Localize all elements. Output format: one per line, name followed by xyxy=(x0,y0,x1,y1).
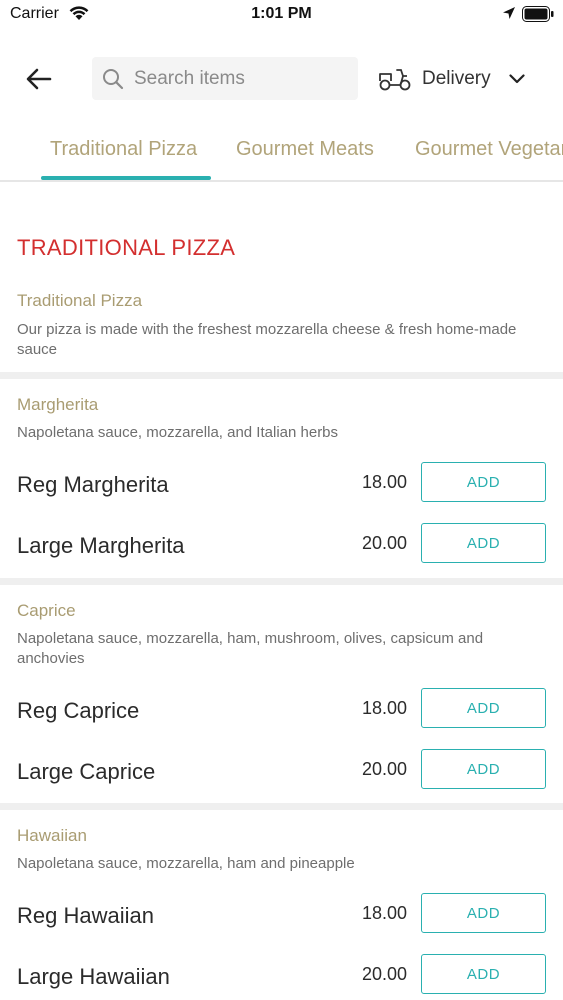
chevron-down-icon xyxy=(509,74,525,84)
menu-item-price: 18.00 xyxy=(361,698,407,718)
add-button[interactable]: ADD xyxy=(421,954,546,994)
clock: 1:01 PM xyxy=(251,5,312,22)
category-tabs: Traditional Pizza Gourmet Meats Gourmet … xyxy=(0,122,563,182)
tab-gourmet-meats[interactable]: Gourmet Meats xyxy=(236,138,374,161)
section-intro-description: Our pizza is made with the freshest mozz… xyxy=(17,321,517,358)
add-button[interactable]: ADD xyxy=(421,749,546,789)
add-button[interactable]: ADD xyxy=(421,462,546,502)
category-description: Napoletana sauce, mozzarella, and Italia… xyxy=(17,424,339,441)
divider xyxy=(0,372,563,379)
add-button[interactable]: ADD xyxy=(421,523,546,563)
menu-item-name: Large Margherita xyxy=(17,533,185,558)
divider xyxy=(0,803,563,810)
search-input[interactable] xyxy=(134,67,334,90)
category-name: Margherita xyxy=(17,395,99,414)
divider xyxy=(0,578,563,585)
menu-item-name: Large Hawaiian xyxy=(17,964,170,989)
back-button[interactable] xyxy=(22,62,56,96)
category-description: Napoletana sauce, mozzarella, ham and pi… xyxy=(17,855,355,872)
add-button[interactable]: ADD xyxy=(421,893,546,933)
menu-item-price: 18.00 xyxy=(361,472,407,492)
delivery-label: Delivery xyxy=(422,68,491,89)
tab-gourmet-vegetarian[interactable]: Gourmet Vegetarian xyxy=(415,138,563,161)
search-box[interactable] xyxy=(92,57,358,100)
battery-icon xyxy=(522,6,554,22)
location-arrow-icon xyxy=(503,7,515,19)
scooter-icon xyxy=(379,69,411,91)
menu-item-price: 20.00 xyxy=(361,759,407,779)
tab-traditional-pizza[interactable]: Traditional Pizza xyxy=(50,138,197,161)
section-title: TRADITIONAL PIZZA xyxy=(17,235,236,260)
delivery-selector[interactable]: Delivery xyxy=(378,62,525,96)
menu-item-name: Reg Caprice xyxy=(17,698,140,723)
menu-item-name: Large Caprice xyxy=(17,759,156,784)
category-name: Hawaiian xyxy=(17,826,87,845)
menu-item-price: 20.00 xyxy=(361,533,407,553)
active-tab-indicator xyxy=(41,176,211,180)
status-bar: Carrier 1:01 PM xyxy=(0,0,563,30)
add-button[interactable]: ADD xyxy=(421,688,546,728)
category-name: Caprice xyxy=(17,601,76,620)
menu-item-price: 20.00 xyxy=(361,964,407,984)
search-icon xyxy=(103,68,124,89)
menu-item-price: 18.00 xyxy=(361,903,407,923)
section-intro-name: Traditional Pizza xyxy=(17,291,143,310)
back-arrow-icon xyxy=(26,68,52,90)
menu-item-name: Reg Hawaiian xyxy=(17,903,154,928)
category-description: Napoletana sauce, mozzarella, ham, mushr… xyxy=(17,630,484,667)
menu-item-name: Reg Margherita xyxy=(17,472,169,497)
